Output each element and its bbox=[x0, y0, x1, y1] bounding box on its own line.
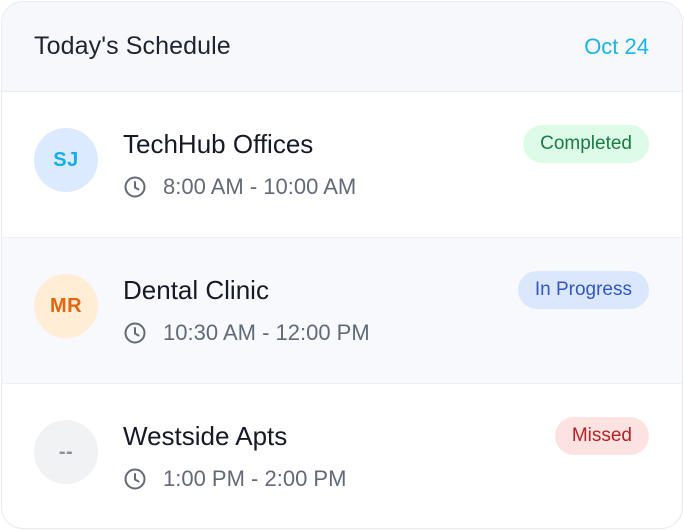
schedule-card: Today's Schedule Oct 24 SJ TechHub Offic… bbox=[1, 1, 683, 529]
clock-icon bbox=[124, 322, 146, 344]
card-header: Today's Schedule Oct 24 bbox=[2, 2, 682, 92]
time-range: 10:30 AM - 12:00 PM bbox=[123, 320, 370, 346]
location-name: TechHub Offices bbox=[123, 129, 314, 159]
avatar: -- bbox=[34, 420, 98, 484]
card-title: Today's Schedule bbox=[34, 32, 231, 60]
time-range: 1:00 PM - 2:00 PM bbox=[123, 466, 346, 492]
schedule-item[interactable]: MR Dental Clinic 10:30 AM - 12:00 PM In … bbox=[2, 238, 682, 384]
schedule-item[interactable]: -- Westside Apts 1:00 PM - 2:00 PM Misse… bbox=[2, 384, 682, 528]
avatar: MR bbox=[34, 274, 98, 338]
time-range: 8:00 AM - 10:00 AM bbox=[123, 174, 356, 200]
schedule-date[interactable]: Oct 24 bbox=[584, 34, 649, 60]
status-badge: Missed bbox=[554, 417, 649, 455]
time-range-text: 10:30 AM - 12:00 PM bbox=[163, 320, 370, 345]
status-badge: Completed bbox=[523, 125, 649, 163]
avatar: SJ bbox=[34, 128, 98, 192]
location-name: Dental Clinic bbox=[123, 275, 269, 305]
clock-icon bbox=[124, 468, 146, 490]
schedule-item[interactable]: SJ TechHub Offices 8:00 AM - 10:00 AM Co… bbox=[2, 92, 682, 238]
status-badge: In Progress bbox=[517, 271, 649, 309]
time-range-text: 8:00 AM - 10:00 AM bbox=[163, 174, 357, 199]
location-name: Westside Apts bbox=[123, 421, 288, 451]
time-range-text: 1:00 PM - 2:00 PM bbox=[163, 466, 347, 491]
clock-icon bbox=[124, 176, 146, 198]
